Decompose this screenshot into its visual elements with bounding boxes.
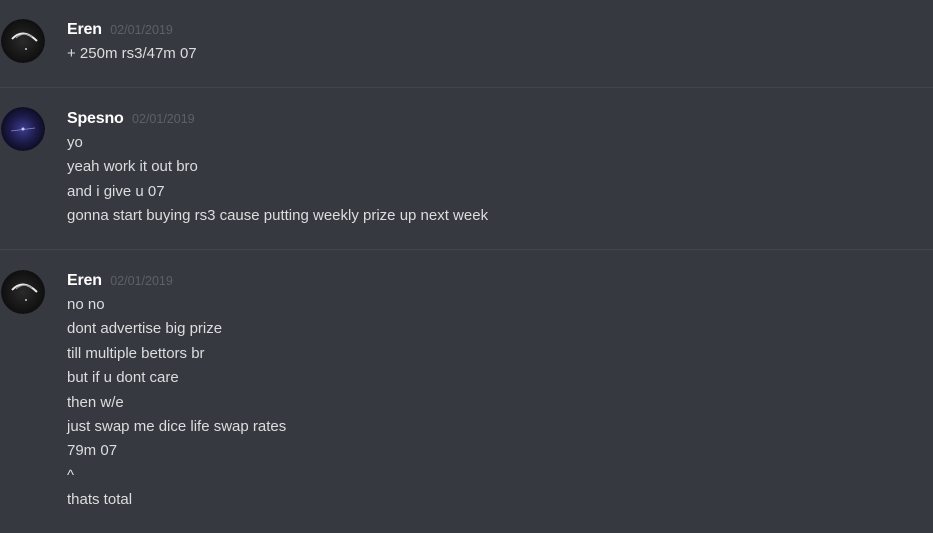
message-header: Spesno 02/01/2019 bbox=[67, 110, 195, 128]
message-lines: no no dont advertise big prize till mult… bbox=[67, 293, 286, 513]
message-group: Spesno 02/01/2019 yo yeah work it out br… bbox=[0, 88, 933, 249]
message-group: Eren 02/01/2019 no no dont advertise big… bbox=[0, 250, 933, 533]
message-header: Eren 02/01/2019 bbox=[67, 21, 173, 39]
dark-orb-avatar-icon bbox=[1, 270, 45, 314]
timestamp: 02/01/2019 bbox=[110, 274, 173, 288]
message-text: dont advertise big prize bbox=[67, 320, 223, 338]
message-text: thats total bbox=[67, 491, 133, 509]
message-text: then w/e bbox=[67, 393, 124, 411]
message-text: but if u dont care bbox=[67, 369, 179, 387]
timestamp: 02/01/2019 bbox=[110, 23, 173, 37]
message-text: 79m 07 bbox=[67, 442, 118, 460]
purple-space-avatar-icon bbox=[1, 107, 45, 151]
message-text: yo bbox=[67, 134, 83, 151]
chat-message-list: Eren 02/01/2019 + 250m rs3/47m 07 Spesno… bbox=[0, 0, 933, 533]
avatar[interactable] bbox=[1, 270, 45, 314]
message-text: and i give u 07 bbox=[67, 182, 165, 200]
timestamp: 02/01/2019 bbox=[132, 112, 195, 126]
message-lines: yo yeah work it out bro and i give u 07 … bbox=[67, 131, 488, 229]
message-text: just swap me dice life swap rates bbox=[67, 417, 287, 435]
message-header: Eren 02/01/2019 bbox=[67, 272, 173, 290]
username[interactable]: Eren bbox=[67, 21, 102, 38]
message-text: gonna start buying rs3 cause putting wee… bbox=[67, 207, 489, 225]
username[interactable]: Eren bbox=[67, 272, 102, 289]
username[interactable]: Spesno bbox=[67, 110, 124, 127]
message-text: no no bbox=[67, 296, 105, 313]
message-group: Eren 02/01/2019 + 250m rs3/47m 07 bbox=[0, 0, 933, 87]
dark-orb-avatar-icon bbox=[1, 19, 45, 63]
message-text: ^ bbox=[67, 466, 75, 484]
message-lines: + 250m rs3/47m 07 bbox=[67, 42, 197, 66]
avatar[interactable] bbox=[1, 107, 45, 151]
message-text: yeah work it out bro bbox=[67, 158, 198, 176]
avatar[interactable] bbox=[1, 19, 45, 63]
message-text: + 250m rs3/47m 07 bbox=[67, 45, 197, 62]
message-text: till multiple bettors br bbox=[67, 344, 205, 362]
